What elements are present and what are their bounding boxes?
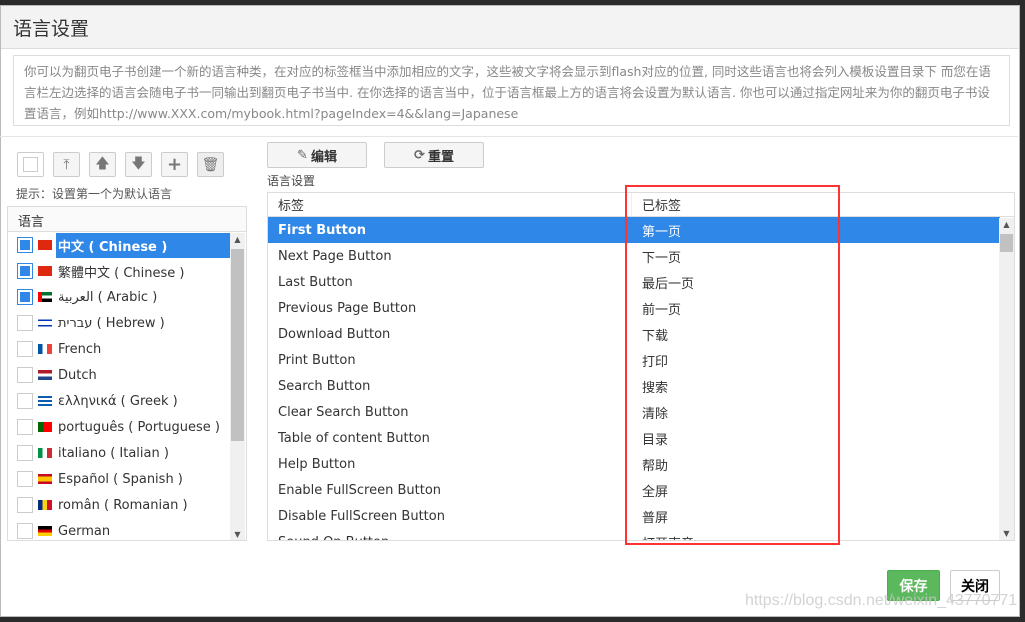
move-top-button[interactable]: ⤒	[53, 152, 80, 177]
language-checkbox[interactable]	[17, 419, 33, 435]
refresh-icon: ⟳	[414, 147, 425, 163]
add-icon: +	[166, 154, 183, 175]
flag-de-icon	[38, 526, 52, 536]
language-item[interactable]: العربية ( Arabic )	[8, 284, 230, 310]
language-checkbox[interactable]	[17, 289, 33, 305]
dialog-title: 语言设置	[1, 6, 1019, 49]
scroll-up-icon[interactable]: ▲	[230, 235, 245, 244]
pencil-icon: ✎	[297, 147, 308, 163]
language-item[interactable]: român ( Romanian )	[8, 492, 230, 518]
label-cell: Print Button	[278, 352, 356, 368]
language-list-scrollbar[interactable]: ▲ ▼	[230, 233, 245, 540]
settings-label: 语言设置	[267, 174, 316, 188]
language-item[interactable]: 繁體中文 ( Chinese )	[8, 258, 230, 284]
label-cell: Enable FullScreen Button	[278, 482, 442, 498]
select-all-checkbox[interactable]	[17, 152, 44, 177]
label-cell: Table of content Button	[278, 430, 430, 446]
language-label: Español ( Spanish )	[58, 471, 183, 487]
scroll-up-icon[interactable]: ▲	[999, 220, 1014, 229]
language-item[interactable]: German	[8, 518, 230, 540]
language-checkbox[interactable]	[17, 367, 33, 383]
language-item[interactable]: português ( Portuguese )	[8, 414, 230, 440]
reset-button[interactable]: ⟳ 重置	[384, 142, 484, 168]
language-label: italiano ( Italian )	[58, 445, 169, 461]
language-label: French	[58, 341, 102, 357]
flag-it-icon	[38, 448, 52, 458]
language-checkbox[interactable]	[17, 315, 33, 331]
label-cell: Clear Search Button	[278, 404, 409, 420]
language-label: 繁體中文 ( Chinese )	[58, 265, 185, 281]
language-item[interactable]: Español ( Spanish )	[8, 466, 230, 492]
scroll-down-icon[interactable]: ▼	[999, 529, 1014, 538]
label-cell: Last Button	[278, 274, 353, 290]
label-cell: First Button	[278, 222, 367, 238]
language-label: 中文 ( Chinese )	[56, 232, 230, 258]
highlight-box	[625, 185, 840, 545]
flag-es-icon	[38, 474, 52, 484]
hint-text: 提示：设置第一个为默认语言	[16, 187, 173, 201]
flag-fr-icon	[38, 344, 52, 354]
label-cell: Help Button	[278, 456, 356, 472]
label-cell: Search Button	[278, 378, 371, 394]
watermark: https://blog.csdn.net/weixin_43770771	[745, 592, 1018, 609]
flag-pt-icon	[38, 422, 52, 432]
flag-nl-icon	[38, 370, 52, 380]
table-scrollbar[interactable]: ▲ ▼	[999, 218, 1014, 540]
scroll-thumb[interactable]	[1000, 234, 1013, 252]
language-list-header: 语言	[8, 207, 246, 232]
move-top-icon: ⤒	[63, 156, 70, 173]
edit-button[interactable]: ✎ 编辑	[267, 142, 367, 168]
language-checkbox[interactable]	[17, 497, 33, 513]
language-item[interactable]: italiano ( Italian )	[8, 440, 230, 466]
move-down-button[interactable]: 🡇	[125, 152, 152, 177]
language-item[interactable]: 中文 ( Chinese )	[8, 232, 230, 258]
scroll-down-icon[interactable]: ▼	[230, 530, 245, 539]
label-cell: Download Button	[278, 326, 391, 342]
language-label: German	[58, 523, 111, 539]
move-up-icon: 🡅	[95, 155, 110, 172]
flag-cn-icon	[38, 240, 52, 250]
language-label: român ( Romanian )	[58, 497, 188, 513]
language-item[interactable]: French	[8, 336, 230, 362]
language-checkbox[interactable]	[17, 393, 33, 409]
label-cell: Sound On Button	[268, 529, 632, 541]
divider	[0, 136, 1018, 137]
flag-il-icon	[38, 318, 52, 328]
move-down-icon: 🡇	[131, 155, 146, 172]
column-header-label: 标签	[268, 193, 632, 216]
flag-cn-icon	[38, 266, 52, 276]
flag-ro-icon	[38, 500, 52, 510]
language-list: 语言 中文 ( Chinese ) 繁體中文 ( Chinese ) العربية…	[7, 206, 247, 541]
language-item[interactable]: Dutch	[8, 362, 230, 388]
move-up-button[interactable]: 🡅	[89, 152, 116, 177]
label-cell: Previous Page Button	[278, 300, 417, 316]
language-label: ελληνικά ( Greek )	[58, 393, 178, 409]
label-cell: Disable FullScreen Button	[278, 508, 445, 524]
delete-icon: 🗑	[201, 156, 220, 173]
scroll-thumb[interactable]	[231, 249, 244, 441]
language-checkbox[interactable]	[17, 471, 33, 487]
language-label: português ( Portuguese )	[58, 419, 220, 435]
add-button[interactable]: +	[161, 152, 188, 177]
description-box: 你可以为翻页电子书创建一个新的语言种类，在对应的标签框当中添加相应的文字，这些被…	[13, 55, 1010, 126]
language-checkbox[interactable]	[17, 341, 33, 357]
language-label: العربية ( Arabic )	[58, 289, 158, 305]
language-label: עברית ( Hebrew )	[58, 315, 165, 331]
language-checkbox[interactable]	[17, 523, 33, 539]
language-label: Dutch	[58, 367, 97, 383]
label-cell: Next Page Button	[278, 248, 392, 264]
flag-ae-icon	[38, 292, 52, 302]
language-checkbox[interactable]	[17, 445, 33, 461]
language-checkbox[interactable]	[17, 263, 33, 279]
language-item[interactable]: עברית ( Hebrew )	[8, 310, 230, 336]
language-item[interactable]: ελληνικά ( Greek )	[8, 388, 230, 414]
flag-gr-icon	[38, 396, 52, 406]
delete-button[interactable]: 🗑	[197, 152, 224, 177]
language-checkbox[interactable]	[17, 237, 33, 253]
